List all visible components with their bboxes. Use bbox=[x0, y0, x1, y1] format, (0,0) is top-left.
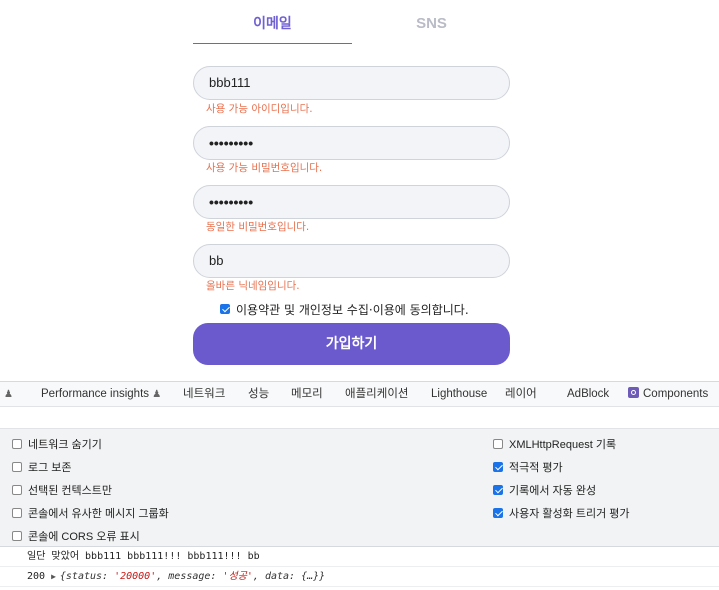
tab-layers[interactable]: 레이어 bbox=[505, 382, 537, 406]
flask-icon[interactable]: ♟ bbox=[4, 382, 13, 407]
selected-context-option[interactable]: 선택된 컨텍스트만 bbox=[12, 482, 112, 498]
nickname-validation-message: 올바른 닉네임입니다. bbox=[206, 280, 300, 292]
devtools-tabbar: ♟ Performance insights ♟ 네트워크 성능 메모리 애플리… bbox=[0, 381, 719, 407]
cors-errors-checkbox[interactable] bbox=[12, 531, 22, 541]
tab-lighthouse[interactable]: Lighthouse bbox=[431, 382, 487, 406]
object-end: , data: {…}} bbox=[252, 571, 326, 582]
tab-performance-insights[interactable]: Performance insights ♟ bbox=[41, 382, 161, 407]
tab-application[interactable]: 애플리케이션 bbox=[345, 382, 408, 406]
xhr-logging-option[interactable]: XMLHttpRequest 기록 bbox=[493, 436, 616, 452]
xhr-logging-checkbox[interactable] bbox=[493, 439, 503, 449]
console-output: 일단 맞았어 bbb111 bbb111!!! bbb111!!! bb 200… bbox=[0, 547, 719, 590]
terms-label: 이용약관 및 개인정보 수집·이용에 동의합니다. bbox=[236, 302, 469, 317]
user-activation-option[interactable]: 사용자 활성화 트리거 평가 bbox=[493, 505, 630, 521]
tab-memory[interactable]: 메모리 bbox=[291, 382, 323, 406]
hide-network-checkbox[interactable] bbox=[12, 439, 22, 449]
group-similar-checkbox[interactable] bbox=[12, 508, 22, 518]
tab-network[interactable]: 네트워크 bbox=[183, 382, 225, 406]
tab-components[interactable]: Components bbox=[628, 382, 708, 406]
terms-agreement[interactable]: 이용약관 및 개인정보 수집·이용에 동의합니다. bbox=[220, 300, 469, 318]
nickname-input[interactable]: bb bbox=[193, 244, 510, 278]
eager-evaluation-checkbox[interactable] bbox=[493, 462, 503, 472]
terms-checkbox[interactable] bbox=[220, 304, 230, 314]
group-similar-option[interactable]: 콘솔에서 유사한 메시지 그룹화 bbox=[12, 505, 169, 521]
preserve-log-option[interactable]: 로그 보존 bbox=[12, 459, 72, 475]
join-button[interactable]: 가입하기 bbox=[193, 323, 510, 365]
react-components-icon bbox=[628, 387, 639, 398]
id-validation-message: 사용 가능 아이디입니다. bbox=[206, 103, 313, 115]
autocomplete-history-label: 기록에서 자동 완성 bbox=[509, 485, 597, 497]
object-status-value: '20000' bbox=[114, 571, 157, 582]
selected-context-checkbox[interactable] bbox=[12, 485, 22, 495]
console-log-line: 200 ▶ {status: '20000', message: '성공', dat… bbox=[0, 567, 719, 587]
autocomplete-history-option[interactable]: 기록에서 자동 완성 bbox=[493, 482, 596, 498]
user-activation-checkbox[interactable] bbox=[493, 508, 503, 518]
selected-context-label: 선택된 컨텍스트만 bbox=[28, 485, 113, 497]
console-object-preview[interactable]: {status: '20000', message: '성공', data: {… bbox=[60, 571, 325, 582]
cors-errors-label: 콘솔에 CORS 오류 표시 bbox=[28, 531, 140, 543]
group-similar-label: 콘솔에서 유사한 메시지 그룹화 bbox=[28, 508, 169, 520]
tab-components-label: Components bbox=[643, 388, 709, 400]
preserve-log-label: 로그 보존 bbox=[28, 462, 72, 474]
console-settings-panel: 네트워크 숨기기 로그 보존 선택된 컨텍스트만 콘솔에서 유사한 메시지 그룹… bbox=[0, 429, 719, 547]
password-confirm-input[interactable]: ••••••••• bbox=[193, 185, 510, 219]
flask-icon: ♟ bbox=[152, 389, 162, 400]
cors-errors-option[interactable]: 콘솔에 CORS 오류 표시 bbox=[12, 528, 140, 544]
hide-network-label: 네트워크 숨기기 bbox=[28, 439, 102, 451]
console-log-status: 200 bbox=[27, 571, 46, 582]
tab-performance[interactable]: 성능 bbox=[248, 382, 269, 406]
object-open: {status: bbox=[59, 571, 115, 582]
preserve-log-checkbox[interactable] bbox=[12, 462, 22, 472]
eager-evaluation-label: 적극적 평가 bbox=[509, 462, 563, 474]
hide-network-option[interactable]: 네트워크 숨기기 bbox=[12, 436, 102, 452]
object-mid: , message: bbox=[156, 571, 223, 582]
password-validation-message: 사용 가능 비밀번호입니다. bbox=[206, 162, 323, 174]
tab-performance-insights-label: Performance insights bbox=[41, 388, 150, 400]
password-confirm-message: 동일한 비밀번호입니다. bbox=[206, 221, 310, 233]
expand-triangle-icon[interactable]: ▶ bbox=[51, 572, 56, 581]
tab-sns[interactable]: SNS bbox=[352, 0, 511, 44]
xhr-logging-label: XMLHttpRequest 기록 bbox=[509, 439, 617, 451]
console-log-line: 일단 맞았어 bbb111 bbb111!!! bbb111!!! bb bbox=[0, 547, 719, 567]
password-input[interactable]: ••••••••• bbox=[193, 126, 510, 160]
signup-tabs: 이메일 SNS bbox=[193, 0, 510, 44]
eager-evaluation-option[interactable]: 적극적 평가 bbox=[493, 459, 563, 475]
console-filter-bar[interactable] bbox=[0, 407, 719, 429]
object-message-value: '성공' bbox=[222, 571, 253, 582]
autocomplete-history-checkbox[interactable] bbox=[493, 485, 503, 495]
id-input[interactable]: bbb111 bbox=[193, 66, 510, 100]
console-log-text: 일단 맞았어 bbb111 bbb111!!! bbb111!!! bb bbox=[27, 551, 260, 562]
tab-email[interactable]: 이메일 bbox=[193, 0, 352, 44]
tab-adblock[interactable]: AdBlock bbox=[567, 382, 609, 406]
user-activation-label: 사용자 활성화 트리거 평가 bbox=[509, 508, 630, 520]
